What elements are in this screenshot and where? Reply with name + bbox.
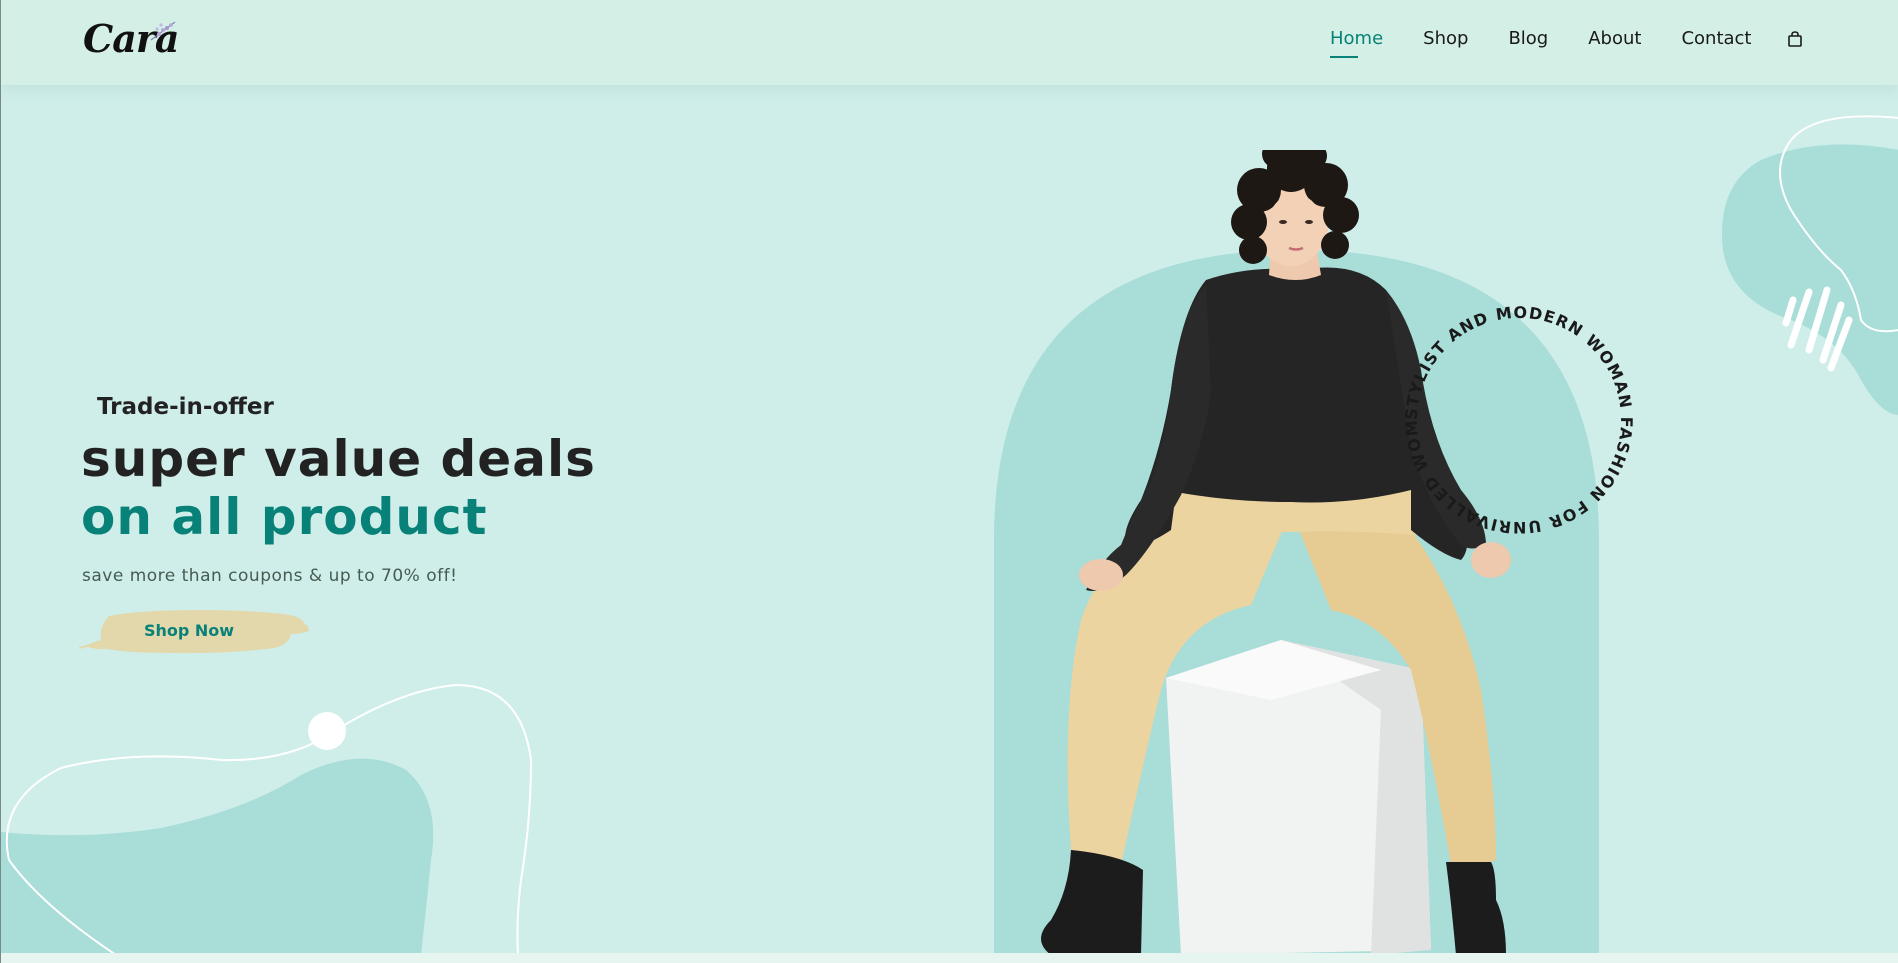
- bottom-left-blob: [1, 758, 434, 955]
- top-right-blob: [1722, 144, 1898, 415]
- model-image: [1041, 150, 1511, 955]
- circular-slogan: STYLIST AND MODERN WOMAN FASHION FOR UNR…: [1389, 290, 1636, 537]
- nav-contact[interactable]: Contact: [1681, 28, 1751, 49]
- main-nav: Home Shop Blog About Contact: [1330, 28, 1803, 58]
- nav-home[interactable]: Home: [1330, 28, 1383, 58]
- white-cube: [1166, 640, 1431, 955]
- nav-blog[interactable]: Blog: [1508, 28, 1548, 49]
- hero-headline-line2: on all product: [81, 488, 488, 546]
- circular-slogan-text: STYLIST AND MODERN WOMAN FASHION FOR UNR…: [1389, 290, 1635, 537]
- lavender-sprig-icon: [150, 21, 176, 41]
- nav-shop[interactable]: Shop: [1423, 28, 1468, 49]
- hero-subtitle: save more than coupons & up to 70% off!: [82, 566, 458, 586]
- svg-text:STYLIST AND MODERN WOMAN FASHI: STYLIST AND MODERN WOMAN FASHION FOR UNR…: [1389, 290, 1636, 537]
- hero-headline-line1: super value deals: [81, 430, 596, 488]
- decor-dot: [308, 712, 346, 750]
- shopping-bag-icon[interactable]: [1787, 30, 1803, 47]
- shop-now-label: Shop Now: [143, 621, 235, 640]
- shop-now-button[interactable]: Shop Now: [79, 604, 311, 658]
- left-hand: [1079, 559, 1123, 591]
- hero-eyebrow: Trade-in-offer: [97, 394, 274, 420]
- site-header: Cara Home Shop Blog About Contact: [1, 0, 1898, 85]
- page: Cara Home Shop Blog About Contact Trade-…: [0, 0, 1898, 963]
- logo[interactable]: Cara: [83, 14, 183, 64]
- nav-about[interactable]: About: [1588, 28, 1641, 49]
- section-divider: [1, 953, 1898, 963]
